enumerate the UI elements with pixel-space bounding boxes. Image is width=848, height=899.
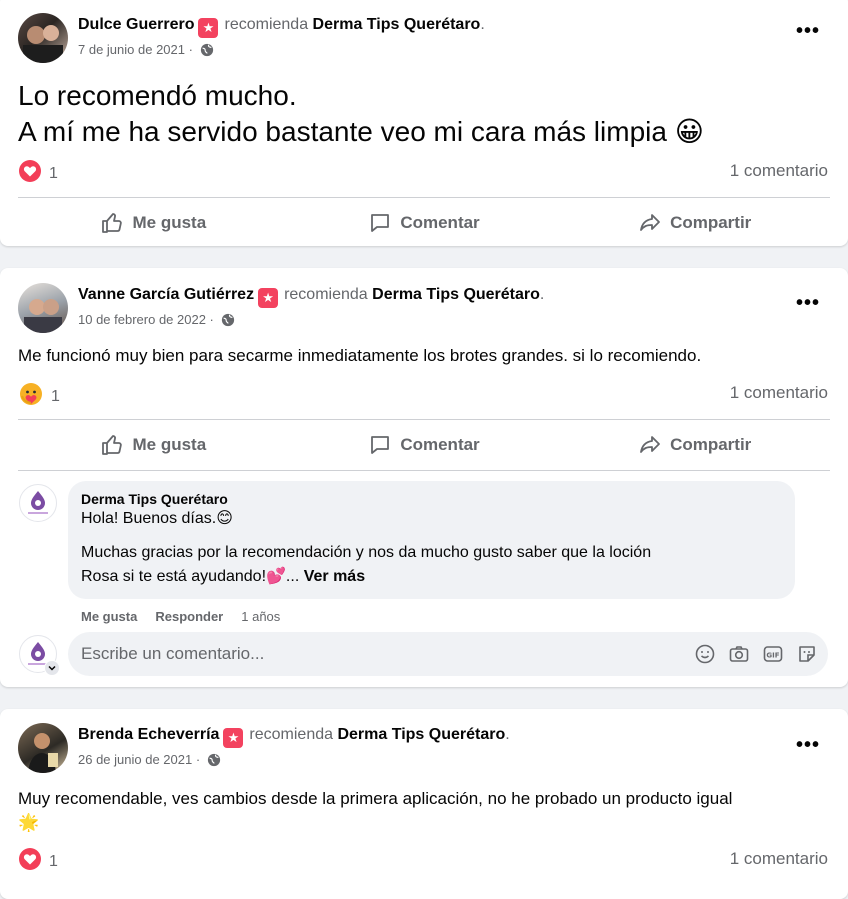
post-header: Vanne García Gutiérrez ★ recomienda Derma …	[78, 286, 544, 308]
post-actions: Me gusta Comentar Compartir	[18, 423, 830, 467]
star-badge-icon: ★	[223, 728, 244, 748]
like-icon	[102, 213, 123, 233]
reaction-count: 1	[49, 852, 58, 870]
like-icon	[102, 435, 123, 455]
comment-input[interactable]: Escribe un comentario... GIF	[68, 632, 828, 676]
share-icon	[640, 214, 660, 231]
reaction-count: 1	[49, 164, 58, 182]
globe-icon	[200, 43, 214, 60]
post-card-2: Vanne García Gutiérrez ★ recomienda Derma …	[0, 268, 848, 687]
post-card-3: Brenda Echeverría ★ recomienda Derma Tips …	[0, 709, 848, 899]
svg-text:GIF: GIF	[766, 652, 779, 660]
more-options-icon[interactable]: •••	[796, 734, 820, 757]
post-date[interactable]: 7 de junio de 2021	[78, 42, 185, 57]
star-badge-icon: ★	[198, 18, 219, 38]
author-avatar[interactable]	[18, 283, 68, 333]
sticker-icon[interactable]	[796, 643, 818, 670]
post-text: Lo recomendó mucho. A mí me ha servido b…	[18, 78, 830, 150]
post-date[interactable]: 10 de febrero de 2022	[78, 312, 206, 327]
author-name[interactable]: Brenda Echeverría	[78, 726, 219, 743]
recommends-label: recomienda	[284, 286, 368, 303]
post-text-line: A mí me ha servido bastante veo mi cara …	[18, 116, 704, 147]
globe-icon	[207, 753, 221, 770]
comment-age[interactable]: 1 años	[241, 609, 280, 624]
author-name[interactable]: Vanne García Gutiérrez	[78, 286, 254, 303]
globe-icon	[221, 313, 235, 330]
comment-button[interactable]: Comentar	[289, 201, 560, 245]
star-badge-icon: ★	[258, 288, 279, 308]
comment-like-link[interactable]: Me gusta	[81, 609, 137, 624]
post-text-line: Muy recomendable, ves cambios desde la p…	[18, 789, 733, 808]
comment-bubble: Derma Tips Querétaro Hola! Buenos días.😊…	[68, 481, 795, 599]
post-text: Me funcionó muy bien para secarme inmedi…	[18, 346, 702, 365]
comment-actions: Me gusta Responder 1 años	[81, 609, 280, 624]
more-options-icon[interactable]: •••	[796, 20, 820, 43]
page-name-link[interactable]: Derma Tips Querétaro	[372, 286, 540, 303]
reactions-summary[interactable]: 1	[19, 848, 58, 875]
post-actions: Me gusta Comentar Compartir	[18, 201, 830, 245]
post-date[interactable]: 26 de junio de 2021	[78, 752, 192, 767]
comment-line: Muchas gracias por la recomendación y no…	[81, 544, 652, 561]
love-reaction-icon	[19, 848, 41, 875]
post-meta: 26 de junio de 2021 ·	[78, 752, 221, 770]
author-avatar[interactable]	[18, 723, 68, 773]
care-reaction-icon	[19, 382, 43, 411]
post-meta: 7 de junio de 2021 ·	[78, 42, 214, 60]
author-name[interactable]: Dulce Guerrero	[78, 16, 194, 33]
page-name-link[interactable]: Derma Tips Querétaro	[337, 726, 505, 743]
reactions-summary[interactable]: 1	[19, 160, 58, 187]
like-button[interactable]: Me gusta	[18, 423, 289, 467]
comment-input-placeholder: Escribe un comentario...	[81, 644, 265, 663]
comment-line: Rosa si te está ayudando!💕... Ver más	[81, 568, 366, 585]
post-header: Brenda Echeverría ★ recomienda Derma Tips …	[78, 726, 510, 748]
comment-tools: GIF	[694, 643, 818, 670]
author-avatar[interactable]	[18, 13, 68, 63]
comment-author[interactable]: Derma Tips Querétaro	[81, 491, 781, 507]
comment-icon	[371, 436, 390, 454]
comment-button[interactable]: Comentar	[289, 423, 560, 467]
post-header: Dulce Guerrero ★ recomienda Derma Tips Que…	[78, 16, 485, 38]
post-card-1: Dulce Guerrero ★ recomienda Derma Tips Que…	[0, 0, 848, 246]
comment-icon	[371, 214, 390, 232]
recommends-label: recomienda	[249, 726, 334, 743]
reactions-summary[interactable]: 1	[19, 382, 60, 411]
divider	[18, 470, 830, 471]
comments-count-link[interactable]: 1 comentario	[730, 849, 828, 869]
share-button[interactable]: Compartir	[559, 423, 830, 467]
share-icon	[640, 436, 660, 453]
comments-count-link[interactable]: 1 comentario	[730, 383, 828, 403]
divider	[18, 197, 830, 198]
love-reaction-icon	[19, 160, 41, 187]
page-name-link[interactable]: Derma Tips Querétaro	[313, 16, 481, 33]
post-text: Muy recomendable, ves cambios desde la p…	[18, 787, 830, 835]
divider	[18, 419, 830, 420]
recommends-label: recomienda	[224, 16, 309, 33]
share-button[interactable]: Compartir	[559, 201, 830, 245]
gif-icon[interactable]: GIF	[762, 643, 784, 670]
camera-icon[interactable]	[728, 643, 750, 670]
comment-reply-link[interactable]: Responder	[155, 609, 223, 624]
glowing-star-emoji: 🌟	[18, 813, 40, 832]
comment-line: Hola! Buenos días.😊	[81, 510, 233, 527]
comments-count-link[interactable]: 1 comentario	[730, 161, 828, 181]
post-meta: 10 de febrero de 2022 ·	[78, 312, 235, 330]
grinning-emoji: 😀	[674, 116, 704, 147]
like-button[interactable]: Me gusta	[18, 201, 289, 245]
see-more-link[interactable]: Ver más	[304, 568, 365, 585]
post-text-line: Lo recomendó mucho.	[18, 80, 297, 111]
more-options-icon[interactable]: •••	[796, 292, 820, 315]
reaction-count: 1	[51, 387, 60, 405]
emoji-icon[interactable]	[694, 643, 716, 670]
chevron-down-icon[interactable]	[44, 660, 60, 676]
page-avatar[interactable]	[19, 484, 57, 522]
